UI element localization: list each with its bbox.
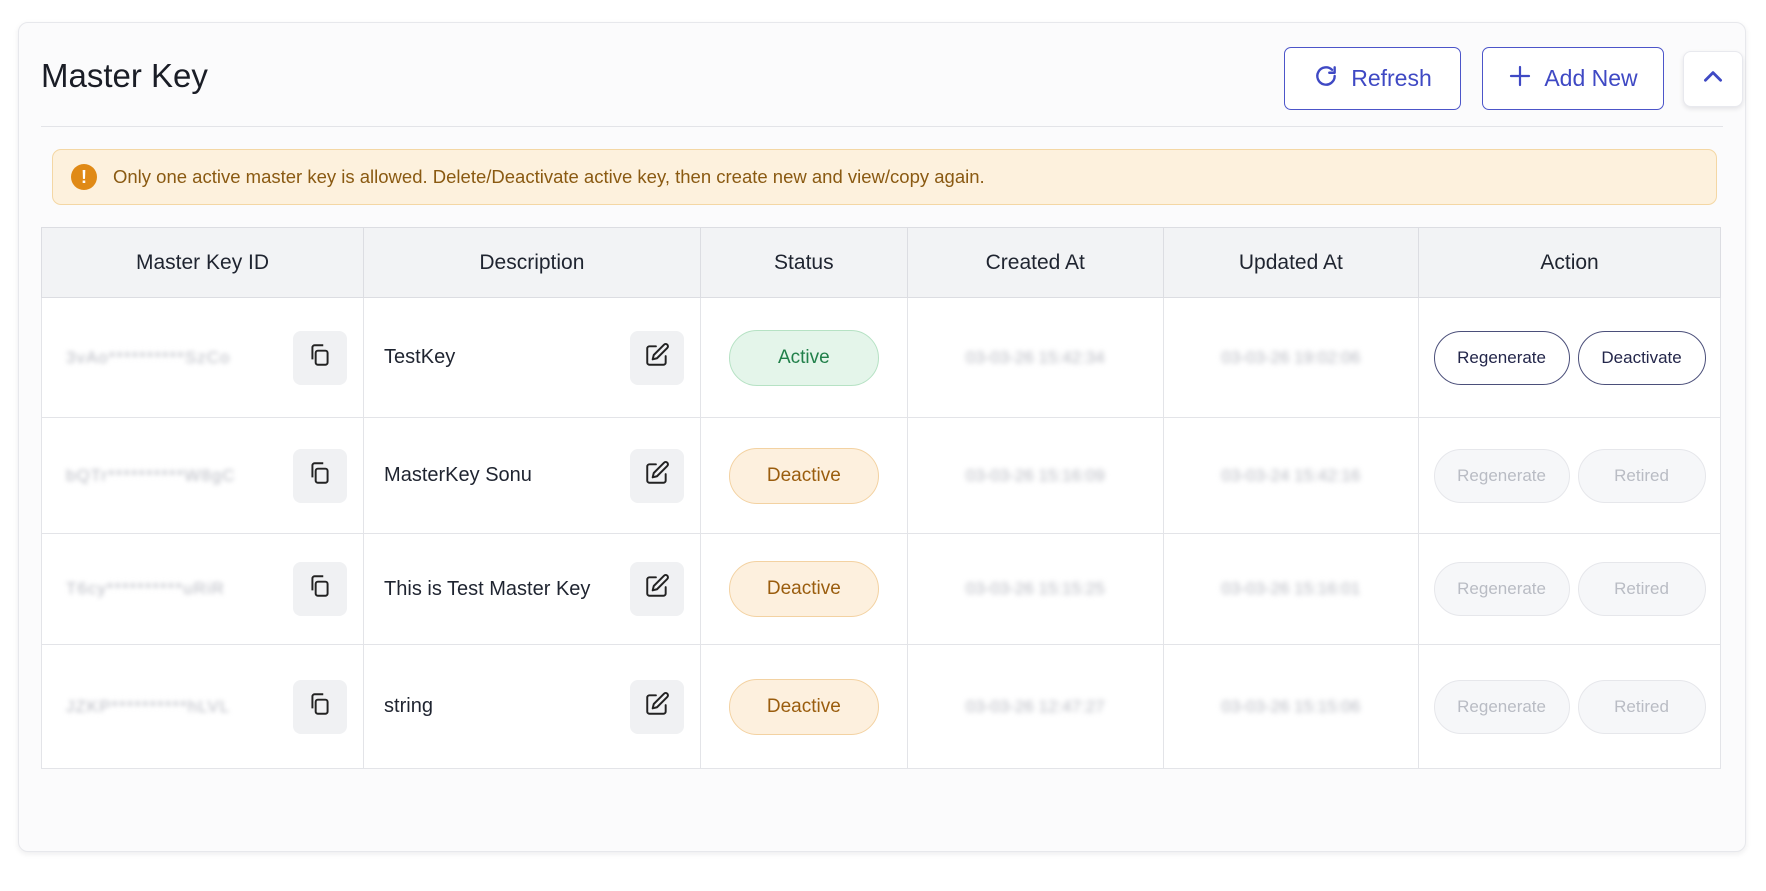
key-id-cell: T6cy**********uRiR [40, 533, 365, 645]
retired-button[interactable]: Retired [1577, 679, 1706, 734]
alert-text: Only one active master key is allowed. D… [113, 166, 985, 187]
copy-button[interactable] [293, 330, 348, 385]
copy-button[interactable] [293, 448, 348, 503]
action-cell: Regenerate Deactivate [1418, 297, 1721, 418]
master-key-card: Master Key Refresh Add New ! Only one ac… [18, 22, 1746, 852]
masked-key-id: bQTr**********W8gC [66, 465, 236, 485]
copy-icon [307, 460, 333, 492]
column-header-status: Status [699, 227, 908, 298]
regenerate-button[interactable]: Regenerate [1433, 330, 1570, 385]
description-cell: MasterKey Sonu [363, 417, 701, 534]
column-header-description: Description [363, 227, 701, 298]
master-key-table: Master Key ID Description Status Created… [40, 227, 1721, 769]
updated-at-cell: 03-03-24 15:42:16 [1162, 417, 1420, 534]
created-at-cell: 03-03-26 12:47:27 [906, 644, 1164, 769]
regenerate-button[interactable]: Regenerate [1433, 562, 1570, 616]
description-text: TestKey [384, 346, 456, 368]
retired-button[interactable]: Retired [1577, 562, 1706, 616]
exclamation-circle-icon: ! [71, 164, 97, 190]
column-header-updated-at: Updated At [1162, 227, 1420, 298]
updated-at-cell: 03-03-26 19:02:06 [1162, 297, 1420, 418]
table-header-row: Master Key ID Description Status Created… [40, 227, 1721, 298]
column-header-master-key-id: Master Key ID [40, 227, 365, 298]
add-new-label: Add New [1544, 65, 1638, 91]
warning-alert: ! Only one active master key is allowed.… [52, 149, 1717, 205]
add-new-button[interactable]: Add New [1482, 47, 1664, 110]
updated-at-value: 03-03-24 15:42:16 [1221, 465, 1361, 485]
status-badge: Active [728, 329, 879, 386]
status-cell: Deactive [699, 644, 908, 769]
edit-icon [644, 342, 670, 374]
updated-at-cell: 03-03-26 15:15:06 [1162, 644, 1420, 769]
copy-icon [307, 691, 333, 723]
copy-icon [307, 342, 333, 374]
copy-icon [307, 573, 333, 605]
status-badge: Deactive [728, 447, 879, 504]
edit-description-button[interactable] [629, 330, 684, 385]
edit-description-button[interactable] [629, 562, 684, 616]
created-at-value: 03-03-26 15:16:09 [965, 465, 1105, 485]
updated-at-value: 03-03-26 19:02:06 [1221, 347, 1361, 367]
masked-key-id: 3vAo**********SzCo [66, 347, 231, 367]
column-header-action: Action [1418, 227, 1721, 298]
updated-at-value: 03-03-26 15:16:01 [1221, 579, 1361, 598]
collapse-button[interactable] [1683, 51, 1743, 107]
status-cell: Deactive [699, 417, 908, 534]
created-at-cell: 03-03-26 15:16:09 [906, 417, 1164, 534]
updated-at-cell: 03-03-26 15:16:01 [1162, 533, 1420, 645]
description-text: string [384, 695, 433, 717]
key-id-cell: JZKP**********hLVL [40, 644, 365, 769]
action-cell: Regenerate Retired [1418, 533, 1721, 645]
created-at-value: 03-03-26 15:42:34 [965, 347, 1105, 367]
refresh-label: Refresh [1351, 65, 1432, 91]
status-badge: Deactive [728, 561, 879, 617]
regenerate-button[interactable]: Regenerate [1433, 679, 1570, 734]
regenerate-button[interactable]: Regenerate [1433, 448, 1570, 503]
created-at-cell: 03-03-26 15:42:34 [906, 297, 1164, 418]
table-row: T6cy**********uRiR This is Test Master K… [40, 533, 1721, 645]
key-id-cell: bQTr**********W8gC [40, 417, 365, 534]
description-text: MasterKey Sonu [384, 464, 532, 486]
key-id-cell: 3vAo**********SzCo [40, 297, 365, 418]
deactivate-button[interactable]: Deactivate [1577, 330, 1706, 385]
created-at-value: 03-03-26 12:47:27 [965, 696, 1105, 716]
page-title: Master Key [41, 57, 208, 94]
chevron-up-icon [1700, 64, 1726, 95]
created-at-value: 03-03-26 15:15:25 [965, 579, 1105, 598]
copy-button[interactable] [293, 679, 348, 734]
status-cell: Deactive [699, 533, 908, 645]
table-row: JZKP**********hLVL string Deactive 03-03… [40, 644, 1721, 769]
refresh-icon [1313, 63, 1339, 95]
copy-button[interactable] [293, 562, 348, 616]
status-badge: Deactive [728, 678, 879, 735]
edit-description-button[interactable] [629, 448, 684, 503]
table-row: 3vAo**********SzCo TestKey Active 03-03-… [40, 297, 1721, 418]
action-cell: Regenerate Retired [1418, 417, 1721, 534]
description-text: This is Test Master Key [384, 577, 591, 600]
plus-icon [1508, 64, 1532, 94]
masked-key-id: T6cy**********uRiR [66, 579, 225, 598]
edit-icon [644, 460, 670, 492]
edit-description-button[interactable] [629, 679, 684, 734]
description-cell: string [363, 644, 701, 769]
status-cell: Active [699, 297, 908, 418]
card-header: Master Key Refresh Add New [41, 23, 1743, 127]
edit-icon [644, 691, 670, 723]
edit-icon [644, 573, 670, 605]
description-cell: TestKey [363, 297, 701, 418]
created-at-cell: 03-03-26 15:15:25 [906, 533, 1164, 645]
table-row: bQTr**********W8gC MasterKey Sonu Deacti… [40, 417, 1721, 534]
column-header-created-at: Created At [906, 227, 1164, 298]
updated-at-value: 03-03-26 15:15:06 [1221, 696, 1361, 716]
description-cell: This is Test Master Key [363, 533, 701, 645]
refresh-button[interactable]: Refresh [1284, 47, 1461, 110]
masked-key-id: JZKP**********hLVL [66, 696, 231, 716]
retired-button[interactable]: Retired [1577, 448, 1706, 503]
action-cell: Regenerate Retired [1418, 644, 1721, 769]
